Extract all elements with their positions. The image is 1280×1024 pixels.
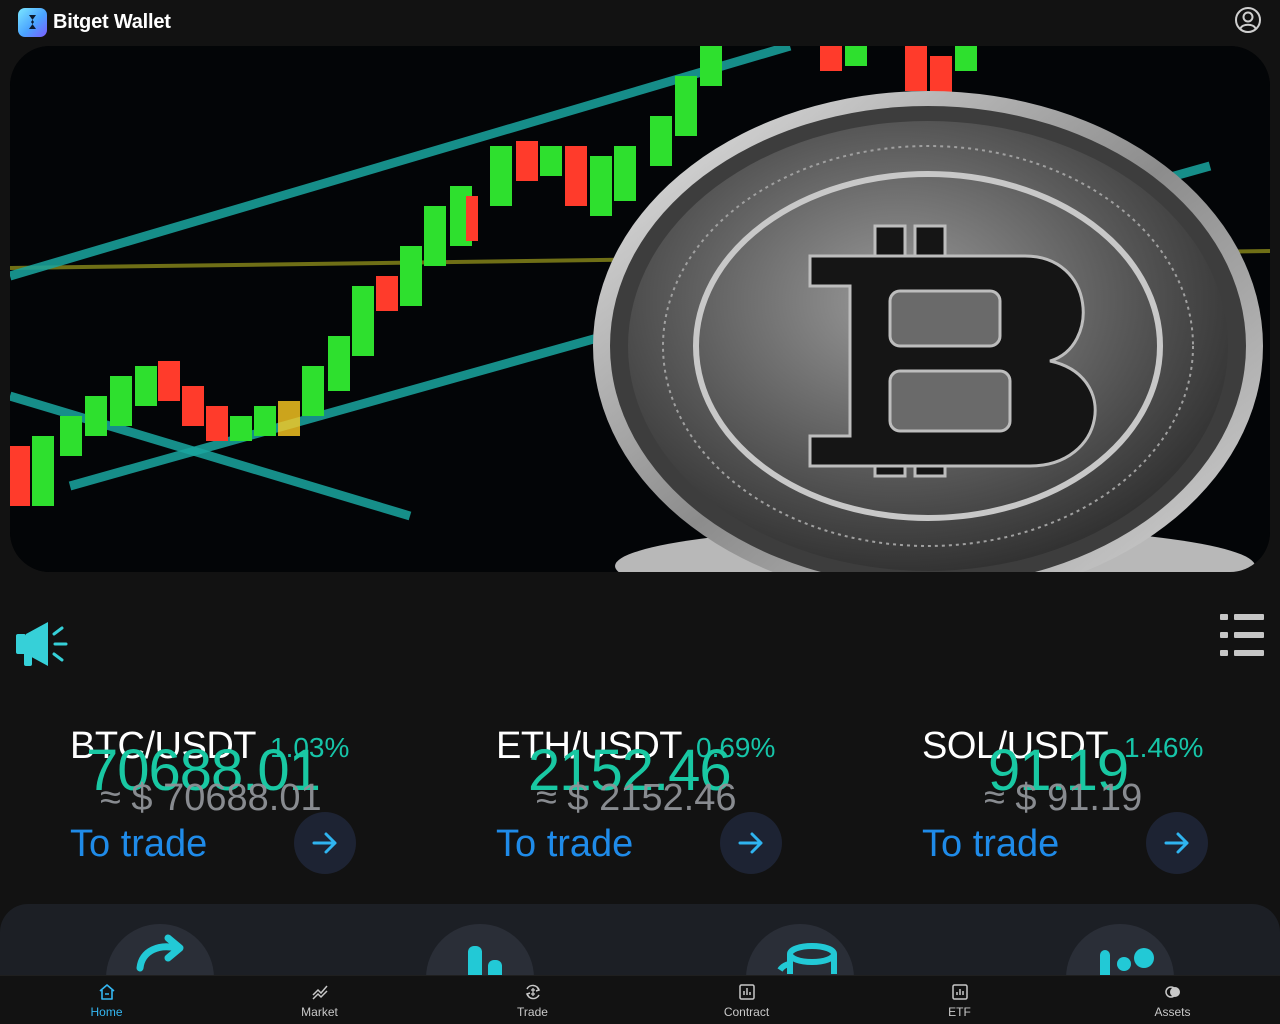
to-trade-link[interactable]: To trade: [922, 822, 1059, 866]
ticker-card-btc[interactable]: BTC/USDT 1.03% 70688.01 ≈ $ 70688.01 To …: [70, 700, 390, 890]
nav-item-contract[interactable]: Contract: [640, 976, 853, 1024]
megaphone-icon[interactable]: [14, 618, 70, 670]
bitget-logo-icon: [18, 7, 47, 37]
nav-label: ETF: [948, 1005, 971, 1019]
arrow-right-button[interactable]: [720, 812, 782, 874]
nav-label: Market: [301, 1005, 338, 1019]
nav-item-etf[interactable]: ETF: [853, 976, 1066, 1024]
ticker-usd-value: ≈ $ 2152.46: [536, 777, 737, 819]
arrow-right-button[interactable]: [1146, 812, 1208, 874]
brand-name: Bitget Wallet: [53, 10, 171, 33]
nav-item-market[interactable]: Market: [213, 976, 426, 1024]
to-trade-link[interactable]: To trade: [496, 822, 633, 866]
brand[interactable]: Bitget Wallet: [18, 7, 171, 37]
user-circle-icon[interactable]: [1234, 6, 1262, 34]
ticker-card-eth[interactable]: ETH/USDT 0.69% 2152.46 ≈ $ 2152.46 To tr…: [496, 700, 816, 890]
ticker-list: BTC/USDT 1.03% 70688.01 ≈ $ 70688.01 To …: [0, 700, 1280, 890]
arrow-right-button[interactable]: [294, 812, 356, 874]
app-header: Bitget Wallet: [0, 0, 1280, 44]
market-icon: [311, 985, 328, 1000]
arrow-right-icon: [1164, 832, 1189, 854]
nav-item-home[interactable]: Home: [0, 976, 213, 1024]
home-icon: [98, 984, 115, 1000]
contract-icon: [738, 984, 755, 1000]
list-menu-icon[interactable]: [1218, 610, 1266, 660]
bottom-nav: Home Market Trade Contract ETF Assets: [0, 975, 1280, 1024]
ticker-usd-value: ≈ $ 91.19: [984, 777, 1143, 819]
trade-icon: [525, 984, 540, 1000]
etf-icon: [951, 984, 968, 1000]
assets-icon: [1164, 986, 1180, 998]
nav-label: Trade: [517, 1005, 548, 1019]
arrow-right-icon: [738, 832, 763, 854]
ticker-change: 1.46%: [1124, 732, 1204, 763]
to-trade-link[interactable]: To trade: [70, 822, 207, 866]
nav-label: Home: [90, 1005, 123, 1019]
promo-banner[interactable]: [10, 46, 1270, 572]
ticker-card-sol[interactable]: SOL/USDT 1.46% 91.19 ≈ $ 91.19 To trade: [922, 700, 1242, 890]
nav-item-trade[interactable]: Trade: [426, 976, 639, 1024]
nav-item-assets[interactable]: Assets: [1066, 976, 1279, 1024]
arrow-right-icon: [312, 832, 337, 854]
bitcoin-chart-image: [10, 46, 1270, 572]
ticker-usd-value: ≈ $ 70688.01: [100, 777, 322, 819]
nav-label: Contract: [723, 1005, 770, 1019]
nav-label: Assets: [1154, 1005, 1191, 1019]
